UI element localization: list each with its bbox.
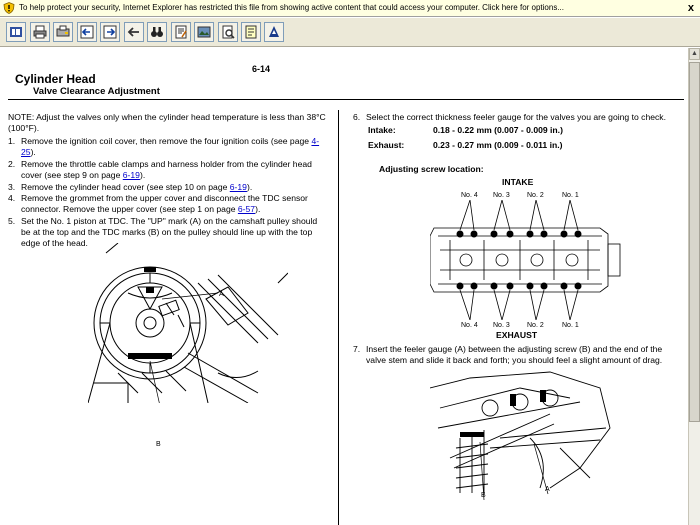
section-subtitle: Valve Clearance Adjustment	[33, 86, 160, 97]
next-page-button[interactable]	[100, 22, 120, 42]
page-zoom-button[interactable]	[218, 22, 238, 42]
step-5-line1: Set the No. 1 piston at TDC. The "UP" ma…	[21, 216, 318, 226]
binoculars-icon	[151, 27, 163, 37]
step-2-link[interactable]: 6-19	[123, 170, 140, 180]
back-icon	[127, 27, 139, 37]
security-infobar[interactable]: To help protect your security, Internet …	[0, 0, 700, 17]
print-button[interactable]	[30, 22, 50, 42]
step-5-line2: be at the top and the TDC marks (B) on t…	[21, 227, 313, 237]
step-2-number: 2.	[8, 159, 16, 169]
step-1-link-part2[interactable]: 25	[21, 147, 31, 157]
step-7-line2: valve stem and slide it back and forth; …	[366, 355, 663, 365]
vertical-scrollbar[interactable]: ▲	[688, 48, 700, 525]
scroll-thumb[interactable]	[689, 62, 700, 422]
right-fig-label-a: A	[545, 486, 550, 493]
step-6-number: 6.	[353, 112, 361, 122]
step-4-text: Remove the grommet from the upper cover …	[21, 193, 333, 215]
scroll-up-button[interactable]: ▲	[689, 48, 700, 60]
step-3-link[interactable]: 6-19	[230, 182, 247, 192]
previous-page-button[interactable]	[77, 22, 97, 42]
step-3-text: Remove the cylinder head cover (see step…	[21, 182, 333, 193]
print-icon	[33, 25, 47, 39]
feeler-gauge-diagram	[430, 371, 611, 501]
column-divider	[338, 110, 339, 525]
step-5-number: 5.	[8, 216, 16, 226]
note-text: NOTE: Adjust the valves only when the cy…	[8, 112, 326, 133]
step-4-line2: connector. Remove the upper cover (see s…	[21, 204, 238, 214]
header-divider	[8, 99, 684, 100]
exhaust-value: 0.23 - 0.27 mm (0.009 - 0.011 in.)	[433, 140, 563, 150]
back-button[interactable]	[124, 22, 144, 42]
right-fig-label-b: B	[481, 492, 486, 499]
notes-button[interactable]	[241, 22, 261, 42]
step-1-number: 1.	[8, 136, 16, 146]
step-3-number: 3.	[8, 182, 16, 192]
step-2-after: ).	[139, 170, 146, 180]
page-zoom-icon	[222, 25, 235, 39]
print-selection-button[interactable]	[53, 22, 73, 42]
step-2-line1: Remove the throttle cable clamps and har…	[21, 159, 312, 169]
page-title: Cylinder Head	[15, 72, 96, 86]
step-4-line1: Remove the grommet from the upper cover …	[21, 193, 308, 203]
step-4-after: ).	[255, 204, 261, 214]
step-2-text: Remove the throttle cable clamps and har…	[21, 159, 333, 181]
previous-page-icon	[80, 25, 94, 39]
print-selection-icon	[56, 25, 70, 37]
step-2-line2: cover (see step 9 on page	[21, 170, 123, 180]
step-3-line1: Remove the cylinder head cover (see step…	[21, 182, 230, 192]
step-4-link[interactable]: 6-57	[238, 204, 255, 214]
image-view-icon	[197, 26, 211, 38]
left-fig-label-b: B	[156, 441, 161, 448]
step-4-number: 4.	[8, 193, 16, 203]
find-button[interactable]	[147, 22, 167, 42]
cyl-label-bottom-4: No. 4	[461, 322, 478, 329]
toolbar	[0, 18, 700, 47]
step-1-line: Remove the ignition coil cover, then rem…	[21, 136, 312, 146]
left-fig-label-a: A	[219, 291, 224, 298]
step-1-text: Remove the ignition coil cover, then rem…	[21, 136, 333, 158]
step-5-line3: edge of the head.	[21, 238, 88, 248]
index-icon	[10, 27, 22, 37]
exhaust-heading: EXHAUST	[496, 330, 538, 340]
exhaust-label: Exhaust:	[368, 140, 405, 150]
shield-warning-icon	[3, 2, 15, 14]
step-1-link-part1[interactable]: 4-	[311, 136, 319, 146]
document-view[interactable]: 6-14 Cylinder Head Valve Clearance Adjus…	[0, 48, 688, 525]
index-button[interactable]	[6, 22, 26, 42]
notes-icon	[245, 25, 257, 39]
adjusting-heading: Adjusting screw location:	[379, 164, 484, 174]
intake-value: 0.18 - 0.22 mm (0.007 - 0.009 in.)	[433, 125, 563, 135]
step-3-after: ).	[246, 182, 253, 192]
logo-icon	[269, 26, 279, 37]
step-1-after: ).	[30, 147, 36, 157]
intake-label: Intake:	[368, 125, 396, 135]
infobar-message[interactable]: To help protect your security, Internet …	[19, 0, 564, 16]
adjusting-screw-location-diagram	[430, 200, 621, 320]
document-edit-icon	[175, 25, 187, 39]
camshaft-pulley-diagram	[88, 243, 288, 403]
page-number: 6-14	[252, 64, 271, 74]
step-7-line1: Insert the feeler gauge (A) between the …	[366, 344, 663, 354]
intake-heading: INTAKE	[502, 177, 534, 187]
infobar-close-button[interactable]: x	[688, 0, 694, 16]
logo-button[interactable]	[264, 22, 284, 42]
document-edit-button[interactable]	[171, 22, 191, 42]
step-6-text: Select the correct thickness feeler gaug…	[366, 112, 666, 122]
image-view-button[interactable]	[194, 22, 214, 42]
next-page-icon	[103, 25, 117, 39]
step-7-number: 7.	[353, 344, 361, 354]
step-7-text: Insert the feeler gauge (A) between the …	[366, 344, 684, 366]
cyl-label-bottom-1: No. 1	[562, 322, 579, 329]
